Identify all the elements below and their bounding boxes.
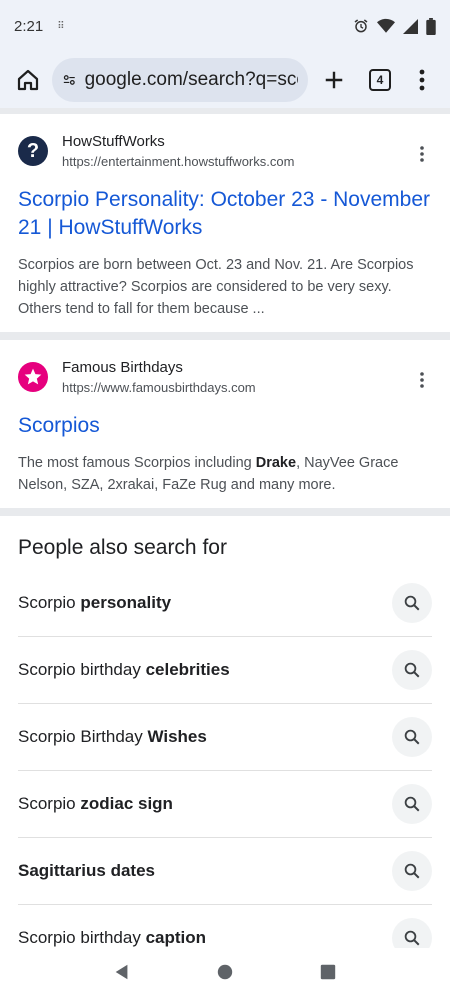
- search-icon: [404, 863, 420, 879]
- result-title-link[interactable]: Scorpios: [18, 412, 432, 440]
- search-icon: [404, 729, 420, 745]
- result-options-button[interactable]: [412, 368, 432, 392]
- recents-square-icon: [321, 964, 336, 979]
- star-icon: [24, 368, 42, 385]
- related-search-bold: celebrities: [145, 660, 230, 679]
- signal-icon: [403, 18, 418, 34]
- related-search-button[interactable]: [392, 717, 432, 757]
- related-search-text: Scorpio personality: [18, 593, 171, 613]
- related-search-plain: Scorpio Birthday: [18, 727, 148, 746]
- related-search-plain: Scorpio birthday: [18, 660, 146, 679]
- related-search-text: Scorpio birthday celebrities: [18, 660, 230, 680]
- snippet-text: The most famous Scorpios including: [18, 455, 256, 471]
- search-icon: [404, 595, 420, 611]
- search-icon: [404, 930, 420, 946]
- related-search-bold: zodiac sign: [80, 794, 173, 813]
- section-divider: [0, 332, 450, 340]
- alarm-icon: [354, 19, 368, 33]
- result-site-url: https://entertainment.howstuffworks.com: [62, 154, 295, 169]
- related-search-text: Sagittarius dates: [18, 861, 155, 881]
- related-search-plain: Scorpio: [18, 794, 81, 813]
- related-search-item[interactable]: Scorpio zodiac sign: [18, 771, 432, 838]
- people-also-search-heading: People also search for: [18, 536, 227, 559]
- people-also-search-list: Scorpio personality Scorpio birthday cel…: [18, 570, 432, 971]
- related-search-item[interactable]: Sagittarius dates: [18, 838, 432, 905]
- result-title-link[interactable]: Scorpio Personality: October 23 - Novemb…: [18, 186, 432, 242]
- related-search-item[interactable]: Scorpio personality: [18, 570, 432, 637]
- back-triangle-icon: [115, 964, 128, 979]
- search-result: ? HowStuffWorks https://entertainment.ho…: [0, 114, 450, 332]
- notification-dots-icon: ⠿: [57, 20, 66, 32]
- result-site-name: HowStuffWorks: [62, 133, 165, 150]
- snippet-bold-text: Drake: [255, 455, 297, 471]
- howstuffworks-favicon-icon: ?: [18, 136, 48, 166]
- home-nav-button[interactable]: [216, 963, 234, 986]
- more-vert-icon: [420, 372, 424, 388]
- search-icon: [404, 662, 420, 678]
- tab-switcher-button[interactable]: 4: [362, 62, 398, 98]
- related-search-plain: Scorpio birthday: [18, 928, 146, 947]
- browser-toolbar: google.com/search?q=scorpios 4: [0, 52, 450, 108]
- system-nav-bar: [0, 948, 450, 1000]
- related-search-item[interactable]: Scorpio birthday celebrities: [18, 637, 432, 704]
- new-tab-button[interactable]: [316, 62, 352, 98]
- section-divider: [0, 508, 450, 516]
- search-result: Famous Birthdays https://www.famousbirth…: [0, 340, 450, 508]
- home-circle-icon: [217, 964, 233, 979]
- related-search-text: Scorpio zodiac sign: [18, 794, 173, 814]
- related-search-button[interactable]: [392, 650, 432, 690]
- status-time: 2:21: [14, 17, 44, 35]
- more-vert-icon: [419, 69, 425, 91]
- result-options-button[interactable]: [412, 142, 432, 166]
- recents-button[interactable]: [319, 963, 337, 986]
- search-icon: [404, 796, 420, 812]
- tab-count: 4: [369, 69, 391, 91]
- related-search-button[interactable]: [392, 851, 432, 891]
- home-icon: [17, 69, 39, 91]
- address-bar[interactable]: google.com/search?q=scorpios: [52, 58, 308, 102]
- result-snippet: Scorpios are born between Oct. 23 and No…: [18, 257, 414, 317]
- related-search-bold: Sagittarius dates: [18, 861, 155, 880]
- related-search-text: Scorpio Birthday Wishes: [18, 727, 207, 747]
- famousbirthdays-favicon-icon: [18, 362, 48, 392]
- result-site-row[interactable]: ? HowStuffWorks https://entertainment.ho…: [18, 132, 432, 172]
- related-search-item[interactable]: Scorpio Birthday Wishes: [18, 704, 432, 771]
- related-search-bold: caption: [145, 928, 207, 947]
- related-search-button[interactable]: [392, 583, 432, 623]
- related-search-bold: personality: [80, 593, 172, 612]
- site-settings-icon: [63, 75, 75, 85]
- more-vert-icon: [420, 146, 424, 162]
- browser-menu-button[interactable]: [404, 62, 440, 98]
- related-search-bold: Wishes: [147, 727, 207, 746]
- battery-icon: [426, 17, 436, 35]
- plus-icon: [325, 71, 343, 89]
- url-text: google.com/search?q=scorpios: [84, 69, 298, 90]
- wifi-icon: [377, 18, 395, 33]
- home-button[interactable]: [10, 62, 46, 98]
- result-site-row[interactable]: Famous Birthdays https://www.famousbirth…: [18, 358, 432, 398]
- result-snippet: The most famous Scorpios including Drake…: [18, 452, 432, 508]
- result-site-name: Famous Birthdays: [62, 359, 183, 376]
- status-bar: 2:21 ⠿: [0, 0, 450, 52]
- result-site-url: https://www.famousbirthdays.com: [62, 380, 256, 395]
- back-button[interactable]: [113, 963, 131, 986]
- related-search-text: Scorpio birthday caption: [18, 928, 206, 948]
- related-search-plain: Scorpio: [18, 593, 81, 612]
- related-search-button[interactable]: [392, 784, 432, 824]
